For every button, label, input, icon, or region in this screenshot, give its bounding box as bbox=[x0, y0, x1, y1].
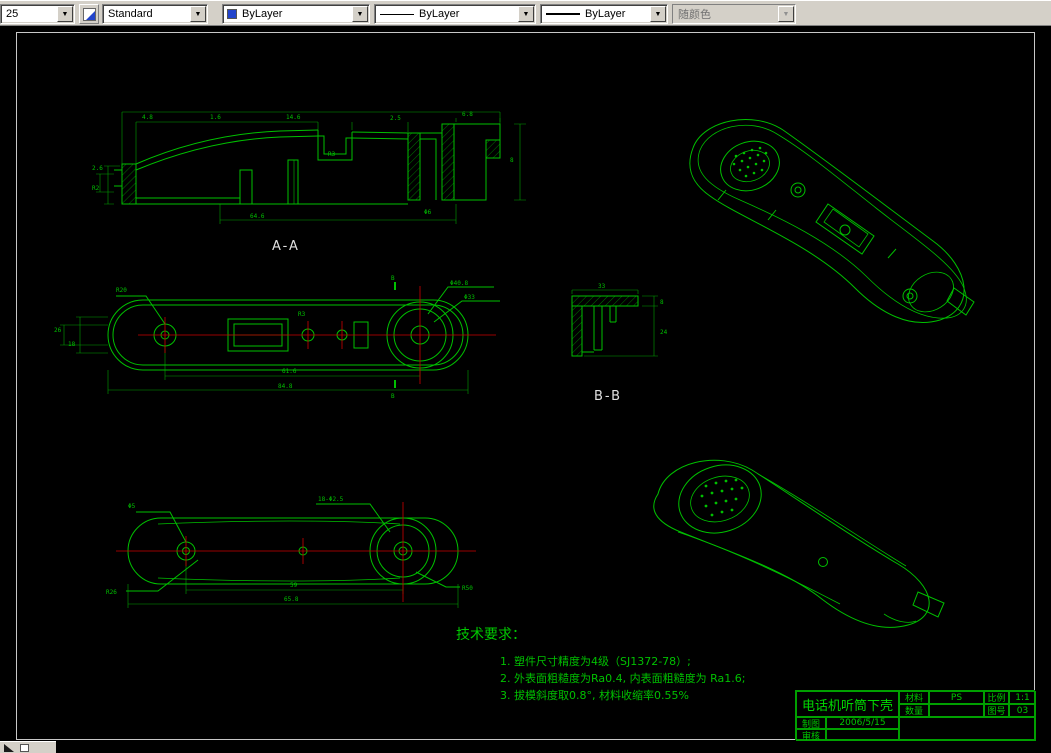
svg-text:Φ6: Φ6 bbox=[424, 209, 432, 216]
svg-text:R26: R26 bbox=[106, 589, 117, 596]
qty-value bbox=[929, 704, 984, 717]
svg-text:18-Φ2.5: 18-Φ2.5 bbox=[318, 496, 344, 503]
tech-requirement-item: 2. 外表面粗糙度为Ra0.4, 内表面粗糙度为 Ra1.6; bbox=[500, 672, 746, 685]
svg-text:R20: R20 bbox=[116, 287, 127, 294]
section-bb-dims: 33 8 24 bbox=[598, 283, 668, 336]
speaker-dot-grid bbox=[700, 478, 744, 517]
view-plan-bottom[interactable]: Φ5 18-Φ2.5 R50 R26 59 65.8 bbox=[98, 490, 483, 620]
svg-text:64.6: 64.6 bbox=[250, 213, 265, 220]
color-swatch-icon bbox=[227, 9, 237, 19]
tech-requirement-item: 3. 拔模斜度取0.8°, 材料收缩率0.55% bbox=[500, 689, 689, 702]
svg-text:Φ40.8: Φ40.8 bbox=[450, 280, 468, 287]
svg-text:R3: R3 bbox=[328, 151, 336, 158]
chevron-down-icon[interactable]: ▼ bbox=[650, 6, 666, 22]
svg-text:Φ33: Φ33 bbox=[464, 294, 475, 301]
material-value: PS bbox=[929, 691, 984, 704]
svg-text:8: 8 bbox=[660, 299, 664, 306]
view-section-bb[interactable]: 33 8 24 B-B bbox=[558, 282, 673, 407]
svg-text:8: 8 bbox=[510, 157, 514, 164]
svg-text:R3: R3 bbox=[298, 311, 306, 318]
svg-text:24: 24 bbox=[660, 329, 668, 336]
lineweight-sample-icon bbox=[546, 13, 580, 15]
chevron-down-icon[interactable]: ▼ bbox=[352, 6, 368, 22]
svg-text:6.8: 6.8 bbox=[462, 111, 473, 118]
svg-text:R50: R50 bbox=[462, 585, 473, 592]
svg-text:B: B bbox=[391, 275, 395, 282]
svg-text:2.5: 2.5 bbox=[390, 115, 401, 122]
draft-value: 2006/5/15 bbox=[826, 717, 899, 729]
svg-text:84.8: 84.8 bbox=[278, 383, 293, 390]
tech-requirement-item: 1. 塑件尺寸精度为4级（SJ1372-78）; bbox=[500, 655, 691, 668]
chevron-down-icon[interactable]: ▼ bbox=[57, 6, 73, 22]
view-iso-interior[interactable] bbox=[678, 108, 993, 338]
drawing-no-value: 03 bbox=[1009, 704, 1036, 717]
material-label: 材料 bbox=[899, 691, 929, 704]
title-block[interactable]: 电话机听筒下壳 材料 PS 比例 1:1 数量 图号 03 制图 2006/5/… bbox=[795, 690, 1036, 741]
cad-application-window: 25 ▼ Standard ▼ ByLayer ▼ ByLayer ▼ ByLa… bbox=[0, 0, 1051, 753]
lineweight-combo-value: ByLayer bbox=[585, 8, 626, 20]
view-section-aa[interactable]: 2.6 R2 4.8 1.6 14.6 R3 2.5 6.8 8 64.6 Φ6 A-A bbox=[90, 108, 530, 258]
layer-combo[interactable]: 25 ▼ bbox=[0, 4, 75, 24]
chevron-down-icon[interactable]: ▼ bbox=[518, 6, 534, 22]
tech-requirements-list: 1. 塑件尺寸精度为4级（SJ1372-78）; 2. 外表面粗糙度为Ra0.4… bbox=[500, 653, 745, 704]
svg-text:65.8: 65.8 bbox=[284, 596, 299, 603]
svg-text:2.6: 2.6 bbox=[92, 165, 103, 172]
title-block-blank bbox=[899, 717, 1036, 741]
small-box-icon bbox=[20, 743, 29, 752]
svg-text:Φ5: Φ5 bbox=[128, 503, 136, 510]
text-style-combo-value: Standard bbox=[108, 8, 153, 20]
svg-text:B: B bbox=[391, 393, 395, 400]
svg-text:1.6: 1.6 bbox=[210, 114, 221, 121]
triangle-icon bbox=[4, 743, 14, 752]
plotstyle-combo: 随颜色 ▼ bbox=[672, 4, 796, 24]
linetype-combo-value: ByLayer bbox=[419, 8, 460, 20]
view-plan-top[interactable]: R20 Φ40.8 Φ33 26 18 61.6 84.8 R3 B B bbox=[50, 272, 520, 412]
draft-label: 制图 bbox=[796, 717, 826, 729]
svg-text:R2: R2 bbox=[92, 185, 100, 192]
chevron-down-icon: ▼ bbox=[778, 6, 794, 22]
svg-text:33: 33 bbox=[598, 283, 606, 290]
layer-combo-value: 25 bbox=[6, 8, 19, 20]
scale-label: 比例 bbox=[984, 691, 1009, 704]
plotstyle-combo-value: 随颜色 bbox=[678, 9, 711, 21]
svg-text:14.6: 14.6 bbox=[286, 114, 301, 121]
drawing-title: 电话机听筒下壳 bbox=[796, 691, 899, 717]
color-combo[interactable]: ByLayer ▼ bbox=[222, 4, 370, 24]
qty-label: 数量 bbox=[899, 704, 929, 717]
svg-text:59: 59 bbox=[290, 582, 298, 589]
svg-text:61.6: 61.6 bbox=[282, 368, 297, 375]
bottom-left-widget[interactable] bbox=[0, 741, 56, 753]
section-bb-label: B-B bbox=[594, 389, 622, 404]
view-iso-exterior[interactable] bbox=[638, 444, 973, 634]
svg-text:26: 26 bbox=[54, 327, 62, 334]
plan-top-dims: R20 Φ40.8 Φ33 26 18 61.6 84.8 R3 B B bbox=[54, 275, 475, 400]
scale-value: 1:1 bbox=[1009, 691, 1036, 704]
text-style-combo[interactable]: Standard ▼ bbox=[102, 4, 208, 24]
model-space-canvas[interactable]: 2.6 R2 4.8 1.6 14.6 R3 2.5 6.8 8 64.6 Φ6 A-A bbox=[0, 26, 1051, 753]
dim-style-icon bbox=[82, 7, 96, 21]
color-combo-value: ByLayer bbox=[242, 8, 283, 20]
linetype-sample-icon bbox=[380, 13, 414, 15]
check-label: 审核 bbox=[796, 729, 826, 741]
chevron-down-icon[interactable]: ▼ bbox=[190, 6, 206, 22]
style-tool-button[interactable] bbox=[79, 4, 99, 24]
svg-text:18: 18 bbox=[68, 341, 76, 348]
svg-text:4.8: 4.8 bbox=[142, 114, 153, 121]
lineweight-combo[interactable]: ByLayer ▼ bbox=[540, 4, 668, 24]
section-aa-label: A-A bbox=[272, 239, 300, 254]
earpiece-dot-grid bbox=[732, 146, 768, 178]
linetype-combo[interactable]: ByLayer ▼ bbox=[374, 4, 536, 24]
tech-requirements-title: 技术要求： bbox=[456, 627, 526, 643]
object-properties-toolbar: 25 ▼ Standard ▼ ByLayer ▼ ByLayer ▼ ByLa… bbox=[0, 0, 1051, 26]
drawing-no-label: 图号 bbox=[984, 704, 1009, 717]
check-value bbox=[826, 729, 899, 741]
